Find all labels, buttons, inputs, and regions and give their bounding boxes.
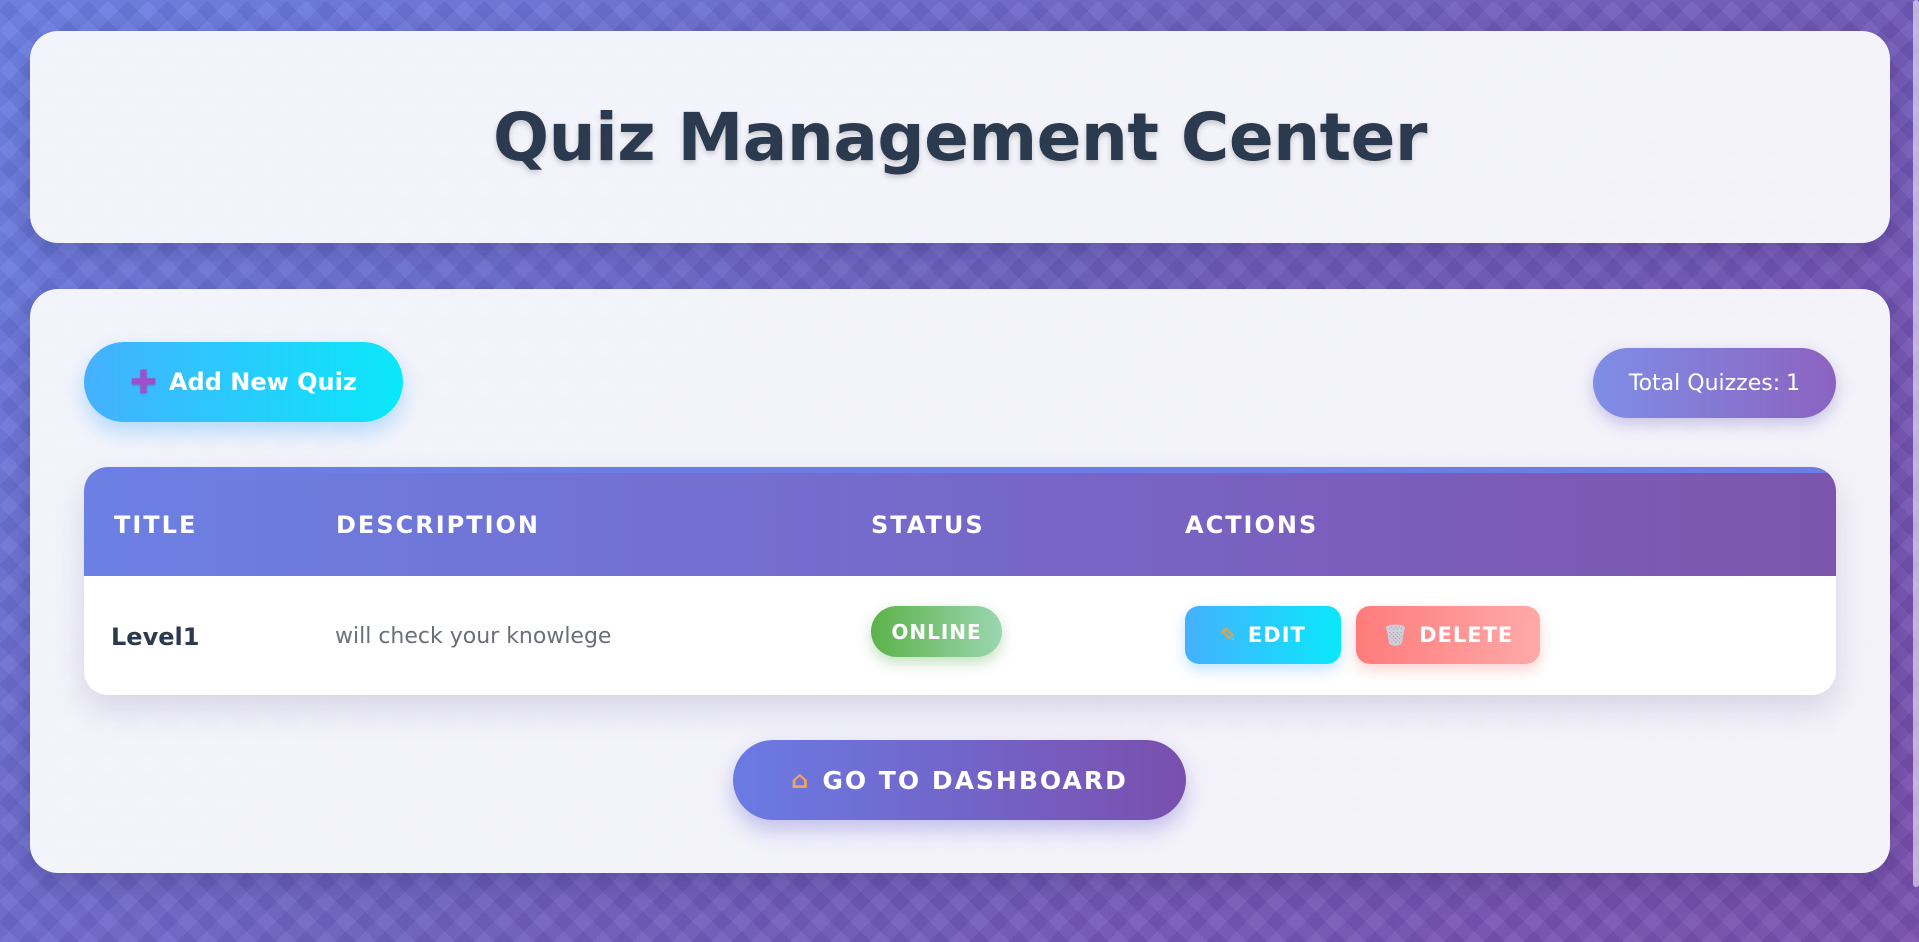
column-header-title: TITLE xyxy=(114,473,274,582)
delete-button[interactable]: 🗑 DELETE xyxy=(1356,606,1540,664)
status-badge: ONLINE xyxy=(871,606,1002,657)
trash-icon: 🗑 xyxy=(1382,623,1410,647)
quiz-title-cell: Level1 xyxy=(111,623,200,651)
table-header: TITLE DESCRIPTION STATUS ACTIONS xyxy=(84,467,1836,582)
page-title: Quiz Management Center xyxy=(493,98,1427,176)
total-quizzes-badge: Total Quizzes: 1 xyxy=(1593,348,1836,418)
column-header-actions: ACTIONS xyxy=(1185,473,1808,582)
go-to-dashboard-button[interactable]: ⌂ GO TO DASHBOARD xyxy=(733,740,1186,820)
quiz-table: TITLE DESCRIPTION STATUS ACTIONS Level1 … xyxy=(84,467,1836,695)
go-to-dashboard-label: GO TO DASHBOARD xyxy=(822,765,1128,795)
total-quizzes-count: 1 xyxy=(1786,370,1801,396)
edit-button[interactable]: ✎ EDIT xyxy=(1185,606,1341,664)
total-quizzes-label: Total Quizzes: xyxy=(1628,370,1781,396)
table-row: Level1 will check your knowlege ONLINE ✎… xyxy=(84,576,1836,695)
scrollbar[interactable] xyxy=(1913,0,1919,887)
edit-label: EDIT xyxy=(1247,623,1306,647)
column-header-description: DESCRIPTION xyxy=(336,473,811,582)
home-icon: ⌂ xyxy=(791,766,811,794)
plus-icon: ✚ xyxy=(130,363,157,401)
header-card: Quiz Management Center xyxy=(30,31,1890,243)
delete-label: DELETE xyxy=(1419,623,1514,647)
add-new-quiz-label: Add New Quiz xyxy=(168,368,357,396)
column-header-status: STATUS xyxy=(871,473,1125,582)
add-new-quiz-button[interactable]: ✚ Add New Quiz xyxy=(84,342,403,422)
quiz-description-cell: will check your knowlege xyxy=(335,624,612,649)
pencil-icon: ✎ xyxy=(1220,623,1238,647)
main-card: ✚ Add New Quiz Total Quizzes: 1 TITLE DE… xyxy=(30,289,1890,873)
